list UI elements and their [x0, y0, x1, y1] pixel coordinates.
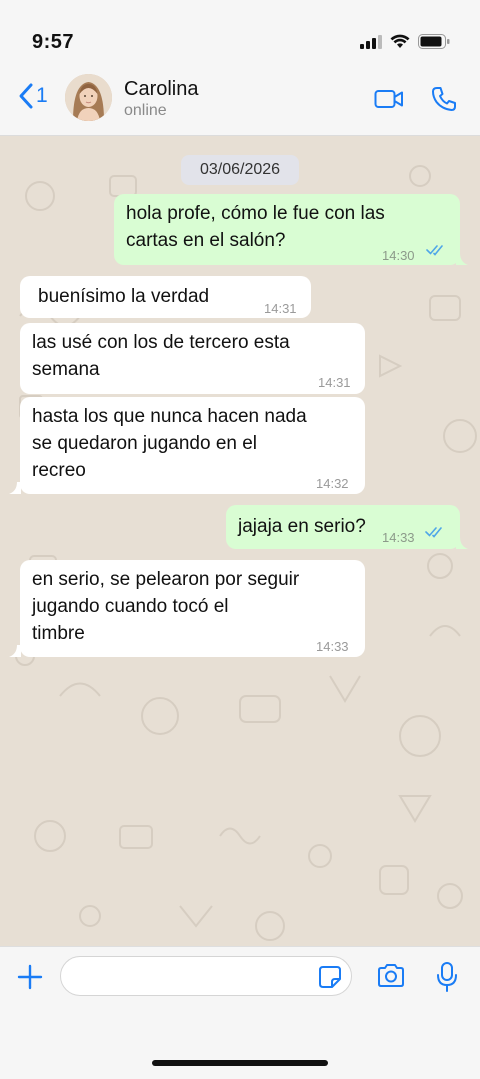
- message-text-line: timbre: [32, 623, 85, 644]
- message-time: 14:31: [264, 301, 297, 316]
- chat-header: 1 Carolina online: [0, 70, 480, 136]
- voice-call-button[interactable]: [430, 85, 458, 118]
- double-check-icon: [425, 527, 442, 538]
- plus-icon: [17, 964, 43, 990]
- status-icons: [360, 34, 450, 49]
- contact-name[interactable]: Carolina: [124, 78, 198, 101]
- message-time: 14:33: [316, 639, 349, 654]
- bubble-tail: [456, 537, 468, 549]
- video-call-button[interactable]: [374, 88, 404, 115]
- chat-area[interactable]: 03/06/2026 hola profe, cómo le fue con l…: [0, 136, 480, 946]
- home-indicator[interactable]: [152, 1060, 328, 1066]
- microphone-icon: [437, 962, 457, 992]
- back-chevron-icon: [19, 83, 33, 109]
- sticker-button[interactable]: [318, 965, 342, 994]
- message-text-line: se quedaron jugando en el: [32, 433, 258, 454]
- camera-button[interactable]: [376, 963, 406, 994]
- attach-button[interactable]: [16, 963, 44, 996]
- message-text-line: hasta los que nunca hacen nada: [32, 406, 307, 427]
- bubble-tail: [456, 253, 468, 265]
- status-bar: 9:57: [0, 0, 480, 70]
- contact-photo: [65, 74, 112, 121]
- message-time: 14:30: [382, 248, 415, 263]
- bubble-tail: [9, 482, 21, 494]
- bubble-tail: [9, 645, 21, 657]
- unread-count: 1: [36, 84, 48, 107]
- incoming-message[interactable]: las usé con los de tercero esta semana 1…: [20, 323, 365, 394]
- avatar[interactable]: [65, 74, 112, 121]
- message-text-line: semana: [32, 359, 100, 380]
- incoming-message[interactable]: en serio, se pelearon por seguir jugando…: [20, 560, 365, 657]
- video-call-icon: [374, 90, 403, 108]
- message-input[interactable]: [60, 956, 352, 996]
- message-text-line: jugando cuando tocó el: [32, 596, 229, 617]
- message-text: jajaja en serio?: [238, 516, 366, 537]
- double-check-icon: [426, 245, 443, 256]
- message-text-line: en serio, se pelearon por seguir: [32, 569, 300, 590]
- status-time: 9:57: [32, 31, 75, 53]
- camera-icon: [378, 964, 404, 987]
- incoming-message[interactable]: buenísimo la verdad 14:31: [20, 276, 311, 318]
- incoming-message[interactable]: hasta los que nunca hacen nada se quedar…: [20, 397, 365, 494]
- phone-icon: [432, 87, 456, 111]
- battery-icon: [418, 34, 450, 49]
- message-time: 14:33: [382, 530, 415, 545]
- message-text-line: recreo: [32, 460, 86, 481]
- sticker-icon: [319, 966, 341, 988]
- contact-status: online: [124, 102, 167, 119]
- microphone-button[interactable]: [436, 961, 458, 998]
- wifi-icon: [390, 34, 410, 48]
- message-text: buenísimo la verdad: [38, 286, 210, 307]
- cellular-signal-icon: [360, 34, 382, 49]
- message-text-line: las usé con los de tercero esta: [32, 332, 290, 353]
- outgoing-message[interactable]: jajaja en serio? 14:33: [226, 505, 460, 549]
- outgoing-message[interactable]: hola profe, cómo le fue con las cartas e…: [114, 194, 460, 265]
- message-time: 14:31: [318, 375, 351, 390]
- back-button[interactable]: 1: [18, 82, 48, 110]
- date-divider: 03/06/2026: [181, 155, 299, 185]
- message-text-line: hola profe, cómo le fue con las: [126, 203, 385, 224]
- message-time: 14:32: [316, 476, 349, 491]
